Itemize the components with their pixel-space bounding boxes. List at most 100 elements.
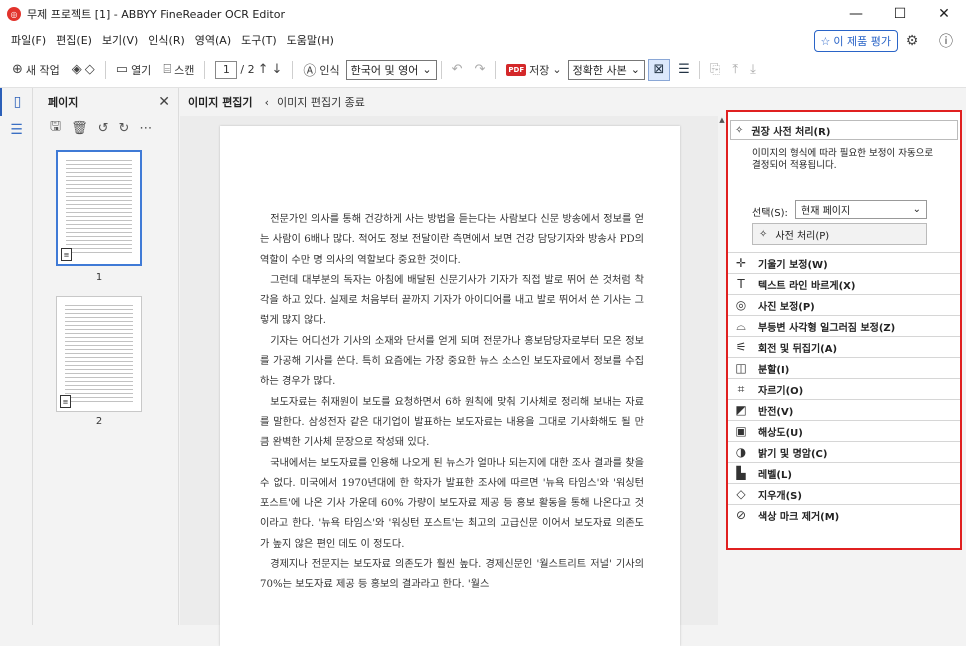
window-controls: — ☐ ✕ [834, 0, 966, 28]
document-icon: ≡ [61, 248, 72, 261]
page-number-input[interactable]: 1 [215, 60, 238, 79]
export-icon[interactable]: ⤒ [726, 62, 744, 77]
arrow-up-icon[interactable]: ↑ [258, 62, 269, 77]
settings-gear-icon[interactable]: ⚙ [902, 31, 922, 51]
selection-label: 선택(S): [752, 208, 788, 219]
paragraph: 기자는 어디선가 기사의 소재와 단서를 얻게 되며 전문가나 홍보담당자로부터… [260, 335, 644, 388]
color-mark-icon: ⊘ [735, 508, 747, 522]
tool-label: 색상 마크 제거(M) [758, 511, 840, 523]
toolbar-divider [104, 60, 106, 79]
document-icon: ≡ [60, 395, 71, 408]
menu-tools[interactable]: 도구(T) [236, 32, 282, 48]
more-icon[interactable]: ⋯ [139, 121, 152, 136]
menu-recognize[interactable]: 인식(R) [143, 32, 189, 48]
tool-item[interactable]: ✛ 기울기 보정(W) [728, 252, 960, 273]
tool-item[interactable]: ◩ 반전(V) [728, 399, 960, 420]
save-button[interactable]: PDF 저장 ⌄ [500, 58, 567, 82]
close-button[interactable]: ✕ [922, 0, 966, 28]
toolbar-divider [698, 60, 700, 79]
scan-button[interactable]: ⌸ 스캔 [157, 58, 200, 82]
tool-item[interactable]: ◎ 사진 보정(P) [728, 294, 960, 315]
tool-label: 사진 보정(P) [758, 301, 815, 313]
levels-icon: ▙ [736, 466, 746, 480]
help-icon[interactable]: ⓘ [936, 31, 956, 51]
close-icon[interactable]: ✕ [158, 94, 170, 110]
maximize-button[interactable]: ☐ [878, 0, 922, 28]
minimize-button[interactable]: — [834, 0, 878, 28]
tool-label: 자르기(O) [758, 385, 804, 397]
page-thumbnail-2[interactable]: ≡ [56, 296, 142, 412]
save-icon[interactable]: 🖫 [50, 117, 61, 139]
thumbnail-text-lines [66, 160, 132, 256]
menu-file[interactable]: 파일(F) [6, 32, 51, 48]
recognize-button[interactable]: Ⓐ 인식 [297, 58, 345, 82]
menu-edit[interactable]: 편집(E) [51, 32, 97, 48]
app-window: ◎ 무제 프로젝트 [1] - ABBYY FineReader OCR Edi… [0, 0, 966, 646]
tool-item[interactable]: ⌗ 자르기(O) [728, 378, 960, 399]
save-label: 저장 [529, 63, 550, 77]
page-body-text: 전문가인 의사를 통해 건강하게 사는 방법을 듣는다는 사람보다 신문 방송에… [260, 210, 644, 596]
tool-item[interactable]: ⚟ 회전 및 뒤집기(A) [728, 336, 960, 357]
recommended-preprocessing-header[interactable]: ✧ 권장 사전 처리(R) [730, 120, 958, 140]
paragraph: 경제지나 전문지는 보도자료 의존도가 훨씬 높다. 경제신문인 '월스트리트 … [260, 559, 644, 591]
menu-help[interactable]: 도움말(H) [282, 32, 339, 48]
tool-label: 기울기 보정(W) [758, 259, 828, 271]
trapezoid-icon: ⌓ [736, 318, 746, 333]
brightness-icon: ◑ [735, 445, 747, 459]
rate-product-button[interactable]: ☆ 이 제품 평가 [813, 30, 898, 52]
menu-area[interactable]: 영역(A) [190, 32, 236, 48]
tool-label: 회전 및 뒤집기(A) [758, 343, 838, 355]
exit-editor-button[interactable]: ‹ 이미지 편집기 종료 [265, 94, 365, 110]
rotate-left-icon[interactable]: ↺ [98, 121, 109, 136]
list-view-icon[interactable]: ☰ [0, 116, 33, 144]
layers-alt-icon: ◇ [84, 62, 95, 77]
tool-label: 레벨(L) [758, 469, 792, 481]
page-settings-icon[interactable]: ⎘ [704, 62, 726, 77]
tool-item[interactable]: ▙ 레벨(L) [728, 462, 960, 483]
import-icon[interactable]: ⤓ [744, 62, 762, 77]
page-thumbnail-1[interactable]: ≡ [56, 150, 142, 266]
scan-label: 스캔 [174, 63, 195, 77]
arrow-down-icon[interactable]: ↓ [271, 62, 282, 77]
crop-icon: ⌗ [737, 381, 745, 396]
rotate-right-icon[interactable]: ↻ [119, 121, 130, 136]
tool-item[interactable]: ◇ 지우개(S) [728, 483, 960, 504]
text-view-button[interactable]: ☰ [672, 58, 695, 81]
undo-icon[interactable]: ↶ [446, 62, 469, 77]
flip-icon: ⚟ [735, 340, 747, 354]
open-label: 열기 [131, 63, 152, 77]
open-button[interactable]: ▭ 열기 [110, 58, 158, 82]
scroll-up-icon[interactable]: ▲ [718, 116, 726, 124]
menu-view[interactable]: 보기(V) [97, 32, 143, 48]
redo-icon[interactable]: ↷ [469, 62, 492, 77]
tool-list: ✛ 기울기 보정(W) T 텍스트 라인 바르게(X) ◎ 사진 보정(P) ⌓ 부등변 사각… [728, 252, 960, 525]
magic-wand-icon: ✧ [735, 124, 744, 136]
pages-view-icon[interactable]: ▯ [0, 88, 33, 116]
page-image[interactable]: 전문가인 의사를 통해 건강하게 사는 방법을 듣는다는 사람보다 신문 방송에… [220, 126, 680, 646]
chevron-down-icon: ⌄ [422, 63, 432, 76]
editor-scrollbar[interactable]: ▲ [718, 116, 726, 625]
chevron-down-icon: ⌄ [552, 63, 562, 76]
tool-item[interactable]: ◑ 밝기 및 명암(C) [728, 441, 960, 462]
text-line-icon: T [737, 277, 745, 291]
preprocessing-description: 이미지의 형식에 따라 필요한 보정이 자동으로 결정되어 적용됩니다. [752, 148, 934, 171]
recognize-icon: Ⓐ [303, 64, 317, 79]
tool-item[interactable]: ▣ 해상도(U) [728, 420, 960, 441]
image-view-button[interactable]: ⊠ [647, 58, 670, 81]
language-select[interactable]: 한국어 및 영어 ⌄ [345, 59, 437, 80]
new-task-button[interactable]: ⊕ 새 작업 [6, 58, 66, 82]
paragraph: 그런데 대부분의 독자는 아침에 배달된 신문기사가 기자가 직접 발로 뛰어 … [260, 274, 644, 327]
delete-icon[interactable]: 🗑 [71, 121, 88, 136]
paragraph: 보도자료는 취재원이 보도를 요청하면서 6하 원칙에 맞춰 기사체로 정리해 … [260, 396, 644, 449]
layers-button[interactable]: ◈ ◇ [66, 58, 101, 82]
preprocess-button[interactable]: ✧ 사전 처리(P) [752, 223, 927, 245]
tool-item[interactable]: T 텍스트 라인 바르게(X) [728, 273, 960, 294]
tool-item[interactable]: ⊘ 색상 마크 제거(M) [728, 504, 960, 525]
selection-value: 현재 페이지 [801, 206, 851, 217]
tool-item[interactable]: ◫ 분할(I) [728, 357, 960, 378]
selection-dropdown[interactable]: 현재 페이지 ⌄ [795, 200, 927, 219]
tool-item[interactable]: ⌓ 부등변 사각형 일그러짐 보정(Z) [728, 315, 960, 336]
page-total: / 2 [240, 63, 255, 76]
accuracy-select[interactable]: 정확한 사본 ⌄ [567, 59, 645, 80]
paragraph: 국내에서는 보도자료를 인용해 나오게 된 뉴스가 얼마나 되는지에 대한 조사… [260, 457, 644, 550]
